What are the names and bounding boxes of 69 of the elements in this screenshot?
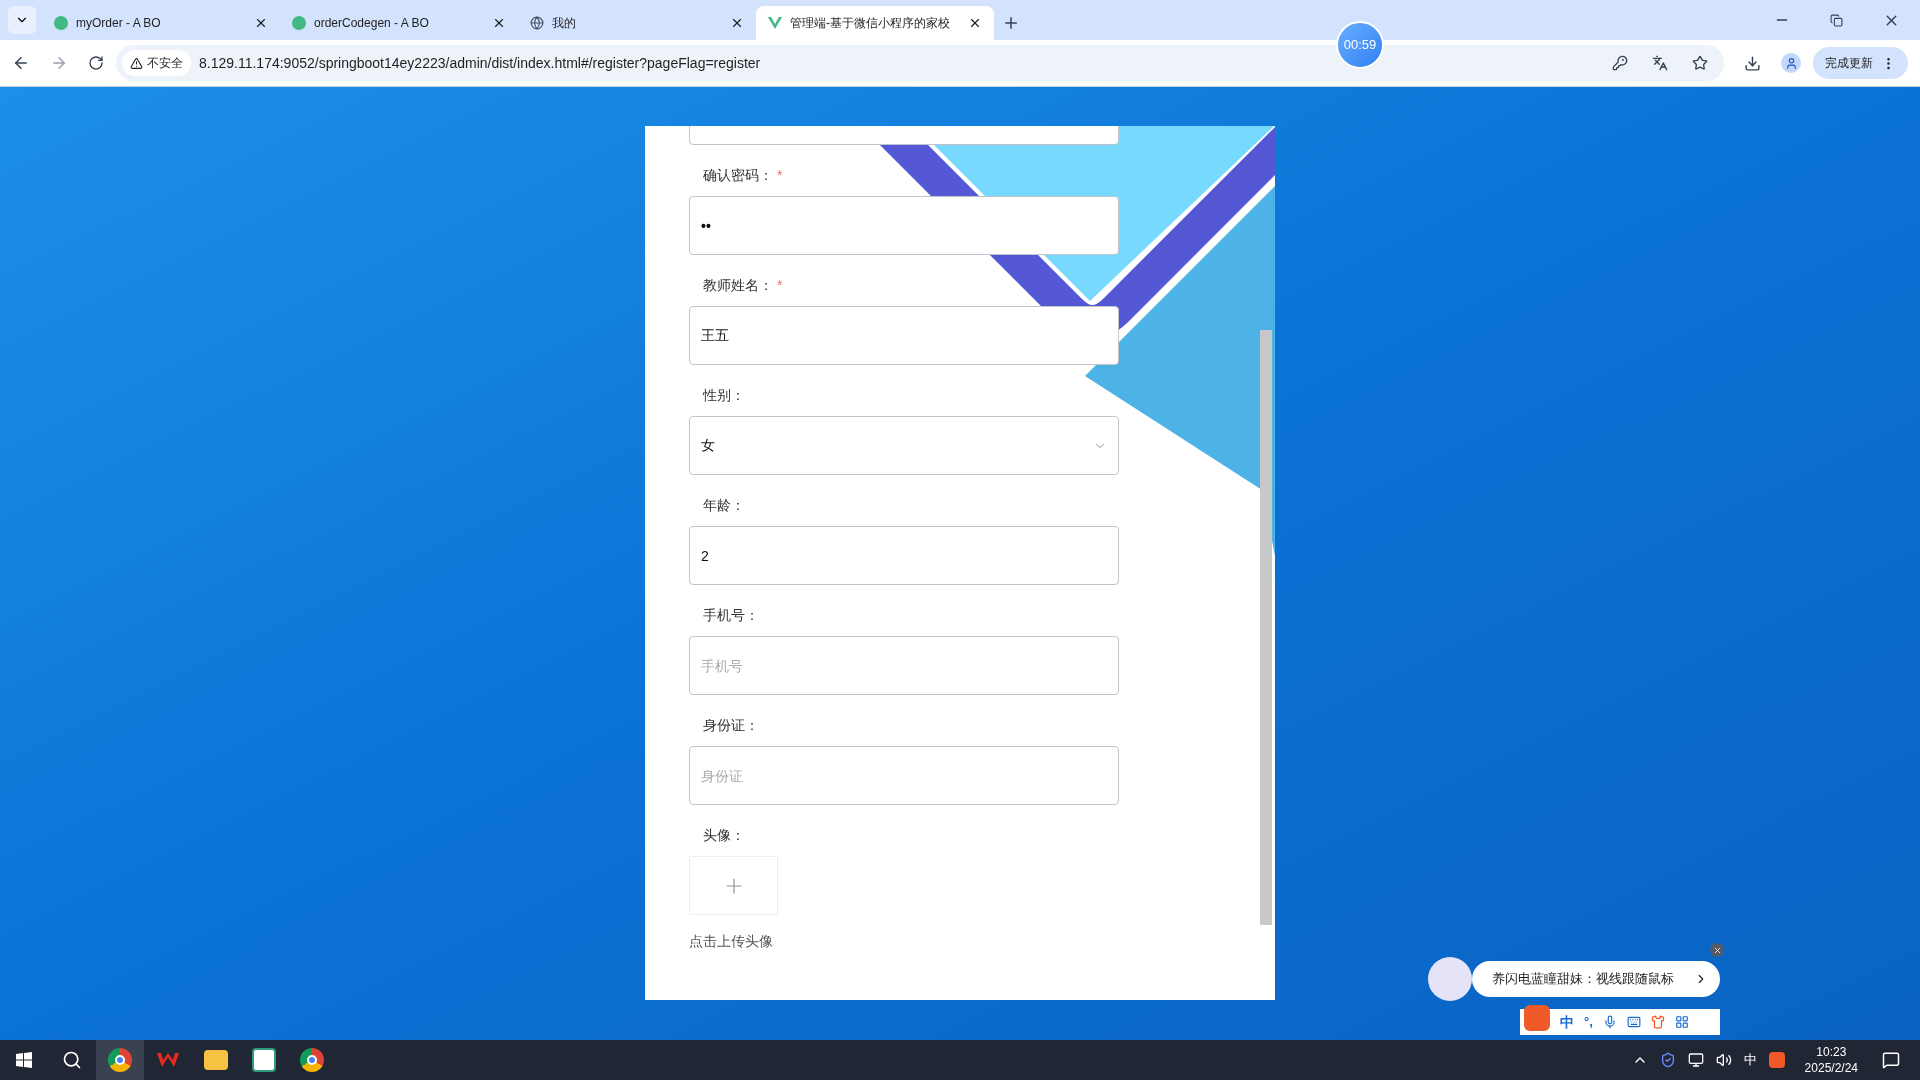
- update-button[interactable]: 完成更新: [1813, 47, 1908, 79]
- key-icon[interactable]: [1612, 55, 1628, 71]
- ime-tray-icon[interactable]: [1768, 1052, 1785, 1068]
- browser-tab[interactable]: orderCodegen - A BO: [280, 6, 518, 40]
- field-label: 年龄：: [703, 496, 745, 515]
- tab-logo-icon: [292, 16, 306, 30]
- notification-icon[interactable]: [1882, 1051, 1900, 1069]
- tab-logo-icon: [768, 16, 782, 30]
- field-label: 教师姓名：: [703, 276, 773, 295]
- translate-icon[interactable]: [1652, 55, 1668, 71]
- restore-icon[interactable]: [1830, 13, 1843, 27]
- tab-logo-icon: [54, 16, 68, 30]
- ime-indicator[interactable]: 中: [1743, 1050, 1757, 1070]
- taskbar-app-icon[interactable]: [96, 1040, 144, 1080]
- tab-title: 管理端-基于微信小程序的家校: [790, 15, 951, 32]
- windows-logo-icon: [16, 1052, 32, 1068]
- bookmark-star-icon[interactable]: [1692, 55, 1708, 71]
- globe-icon: [530, 16, 544, 30]
- mascot-avatar: [1428, 957, 1472, 1001]
- close-icon[interactable]: [968, 16, 982, 30]
- input-field[interactable]: 身份证: [689, 746, 1119, 805]
- ime-tip-bubble[interactable]: 养闪电蓝瞳甜妹：视线跟随鼠标: [1472, 961, 1720, 997]
- clock-date: 2025/2/24: [1804, 1060, 1858, 1076]
- security-chip[interactable]: 不安全: [122, 50, 191, 76]
- url-text: 8.129.11.174:9052/springboot14ey2223/admin/dist/index.html#/register?pageFlag=register: [199, 53, 761, 73]
- upload-hint: 点击上传头像: [689, 932, 773, 951]
- field-label: 确认密码：: [703, 166, 773, 185]
- browser-tab[interactable]: 管理端-基于微信小程序的家校: [756, 6, 994, 40]
- clock-time: 10:23: [1816, 1044, 1847, 1060]
- tab-title: 我的: [552, 15, 577, 32]
- ime-logo-icon[interactable]: [1524, 1005, 1550, 1031]
- required-asterisk: *: [777, 166, 783, 185]
- reload-icon[interactable]: [88, 55, 104, 71]
- tip-text: 养闪电蓝瞳甜妹：视线跟随鼠标: [1492, 970, 1675, 989]
- input-field[interactable]: [689, 126, 1119, 145]
- microphone-icon[interactable]: [1602, 1015, 1617, 1029]
- close-icon[interactable]: [254, 16, 268, 30]
- download-icon[interactable]: [1744, 54, 1761, 72]
- back-icon[interactable]: [12, 54, 30, 72]
- tab-title: orderCodegen - A BO: [314, 15, 430, 32]
- grid-icon[interactable]: [1674, 1015, 1689, 1029]
- profile-icon[interactable]: [1781, 53, 1801, 73]
- field-label: 身份证：: [703, 716, 759, 735]
- input-field[interactable]: 2: [689, 526, 1119, 585]
- ime-mode-button[interactable]: 中: [1560, 1011, 1574, 1033]
- field-label: 手机号：: [703, 606, 759, 625]
- warning-icon: [130, 56, 143, 70]
- input-field[interactable]: 王五: [689, 306, 1119, 365]
- field-label: 性别：: [703, 386, 745, 405]
- punctuation-button[interactable]: °,: [1584, 1012, 1593, 1032]
- new-tab-icon[interactable]: [1002, 14, 1020, 32]
- keyboard-icon[interactable]: [1626, 1015, 1641, 1029]
- scrollbar-thumb[interactable]: [1260, 330, 1272, 925]
- close-icon[interactable]: [730, 16, 744, 30]
- browser-tab[interactable]: myOrder - A BO: [42, 6, 280, 40]
- browser-tab[interactable]: 我的: [518, 6, 756, 40]
- input-field[interactable]: 手机号: [689, 636, 1119, 695]
- required-asterisk: *: [777, 276, 783, 295]
- tab-title: myOrder - A BO: [76, 15, 162, 32]
- forward-icon[interactable]: [50, 54, 68, 72]
- volume-icon[interactable]: [1715, 1052, 1732, 1068]
- select-field[interactable]: 女: [689, 416, 1119, 475]
- shirt-icon[interactable]: [1650, 1015, 1665, 1029]
- input-field[interactable]: ••: [689, 196, 1119, 255]
- search-icon[interactable]: [62, 1050, 82, 1070]
- shield-icon[interactable]: [1659, 1052, 1676, 1068]
- field-label: 头像：: [703, 826, 745, 845]
- close-icon[interactable]: [492, 16, 506, 30]
- network-icon[interactable]: [1687, 1052, 1704, 1068]
